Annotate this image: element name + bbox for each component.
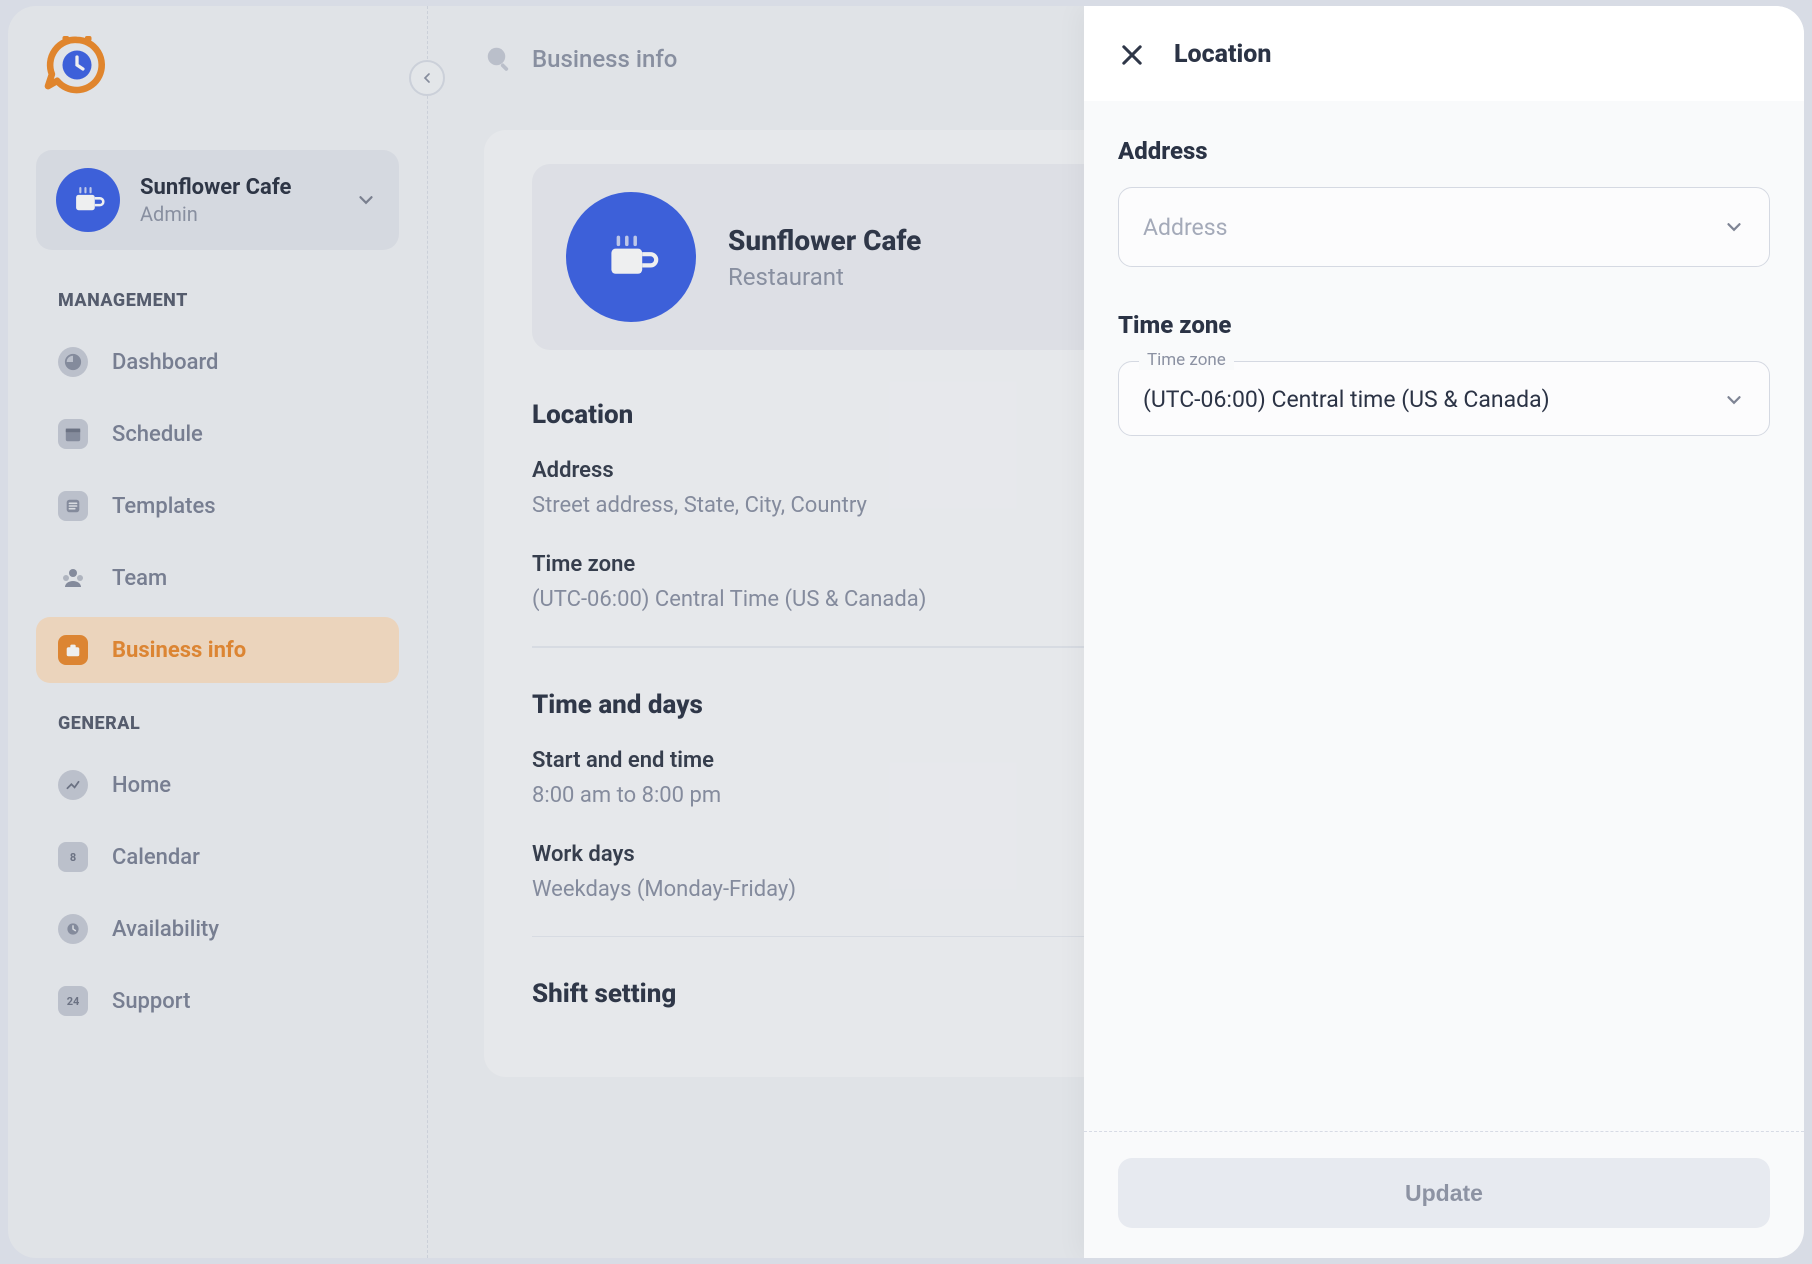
nav-label: Dashboard <box>112 350 218 375</box>
cup-icon <box>71 183 105 217</box>
sidebar: Sunflower Cafe Admin MANAGEMENT Dashboar… <box>8 6 428 1258</box>
nav-label: Templates <box>112 494 216 519</box>
chevron-down-icon <box>355 189 377 211</box>
org-role: Admin <box>140 202 335 226</box>
org-name: Sunflower Cafe <box>140 175 335 200</box>
nav-label: Home <box>112 773 171 798</box>
drawer-header: Location <box>1084 6 1804 101</box>
nav-label: Schedule <box>112 422 203 447</box>
pie-icon <box>58 347 88 377</box>
drawer-timezone-label: Time zone <box>1118 311 1770 339</box>
nav-label: Support <box>112 989 190 1014</box>
drawer-body: Address Address Time zone Time zone (UTC… <box>1084 101 1804 1131</box>
timezone-select[interactable]: Time zone (UTC-06:00) Central time (US &… <box>1118 361 1770 436</box>
page-title: Business info <box>532 45 677 73</box>
sidebar-item-schedule[interactable]: Schedule <box>36 401 399 467</box>
nav-label: Availability <box>112 917 219 942</box>
list-icon <box>58 491 88 521</box>
clock-icon <box>58 914 88 944</box>
timezone-selected-value: (UTC-06:00) Central time (US & Canada) <box>1143 386 1550 413</box>
sidebar-item-team[interactable]: Team <box>36 545 399 611</box>
sidebar-item-dashboard[interactable]: Dashboard <box>36 329 399 395</box>
section-label-general: GENERAL <box>58 713 399 734</box>
chevron-down-icon <box>1723 216 1745 238</box>
cup-icon <box>603 229 659 285</box>
drawer-address-label: Address <box>1118 137 1770 165</box>
search-icon[interactable] <box>484 44 514 74</box>
location-drawer: Location Address Address Time zone Time … <box>1084 6 1804 1258</box>
sidebar-item-business-info[interactable]: Business info <box>36 617 399 683</box>
nav-label: Calendar <box>112 845 200 870</box>
support-icon: 24 <box>58 986 88 1016</box>
update-button[interactable]: Update <box>1118 1158 1770 1228</box>
app-logo <box>44 32 399 102</box>
org-switcher[interactable]: Sunflower Cafe Admin <box>36 150 399 250</box>
sidebar-item-support[interactable]: 24 Support <box>36 968 399 1034</box>
chevron-down-icon <box>1723 389 1745 411</box>
drawer-title: Location <box>1174 40 1271 69</box>
calendar-date-icon: 8 <box>58 842 88 872</box>
business-type: Restaurant <box>728 263 921 291</box>
sidebar-item-home[interactable]: Home <box>36 752 399 818</box>
close-icon[interactable] <box>1118 41 1146 69</box>
briefcase-icon <box>58 635 88 665</box>
calendar-icon <box>58 419 88 449</box>
business-avatar <box>566 192 696 322</box>
sidebar-item-calendar[interactable]: 8 Calendar <box>36 824 399 890</box>
sidebar-item-availability[interactable]: Availability <box>36 896 399 962</box>
section-label-management: MANAGEMENT <box>58 290 399 311</box>
timezone-floating-label: Time zone <box>1139 350 1234 370</box>
trend-icon <box>58 770 88 800</box>
team-icon <box>58 563 88 593</box>
nav-label: Business info <box>112 638 246 663</box>
address-placeholder: Address <box>1143 214 1227 241</box>
sidebar-item-templates[interactable]: Templates <box>36 473 399 539</box>
org-avatar <box>56 168 120 232</box>
address-select[interactable]: Address <box>1118 187 1770 267</box>
drawer-footer: Update <box>1084 1131 1804 1258</box>
clock-chat-icon <box>44 32 110 98</box>
nav-label: Team <box>112 566 167 591</box>
business-name: Sunflower Cafe <box>728 224 921 257</box>
app-window: Sunflower Cafe Admin MANAGEMENT Dashboar… <box>8 6 1804 1258</box>
